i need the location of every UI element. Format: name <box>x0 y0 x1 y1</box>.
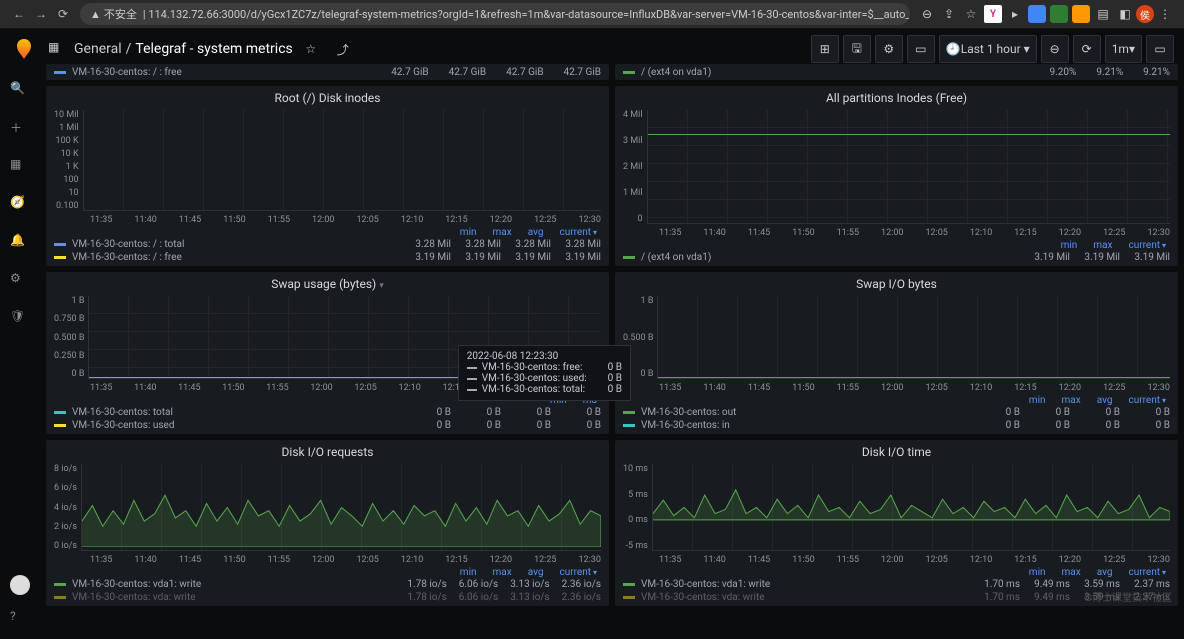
breadcrumb: General / Telegraf - system metrics <box>74 41 293 57</box>
search-icon[interactable]: 🔍 <box>10 81 30 101</box>
panel-disk-io-time[interactable]: Disk I/O time 10 ms5 ms0 ms-5 ms 11:3511… <box>615 440 1178 606</box>
nav-forward-icon[interactable]: → <box>30 3 52 25</box>
plot-area[interactable] <box>647 110 1170 224</box>
plot-area[interactable]: 2022-06-08 12:23:30 VM-16-30-centos: fre… <box>88 296 601 379</box>
chevron-down-icon: ▾ <box>379 281 384 291</box>
panel-swap-io-bytes[interactable]: Swap I/O bytes 1 B0.500 B0 B 11:3511:401… <box>615 272 1178 434</box>
star-icon[interactable]: ☆ <box>962 5 980 23</box>
dashboard-content: VM-16-30-centos: / : free 42.7 GiB42.7 G… <box>40 64 1184 639</box>
watermark: ©博士课堂技术社区 <box>1084 589 1172 604</box>
y-axis: 8 io/s6 io/s4 io/s2 io/s0 io/s <box>54 464 81 551</box>
breadcrumb-folder[interactable]: General <box>74 41 122 57</box>
legend: minmaxavgcurrent VM-16-30-centos: / : to… <box>46 225 609 266</box>
panel-title: Swap I/O bytes <box>615 272 1178 296</box>
extension-flag-icon[interactable]: ▸ <box>1006 5 1024 23</box>
reading-list-icon[interactable]: ▤ <box>1094 5 1112 23</box>
tv-mode-button[interactable]: ▭ <box>1146 35 1174 63</box>
create-icon[interactable]: ＋ <box>10 119 30 139</box>
add-panel-button[interactable]: ⊞ <box>811 35 839 63</box>
x-axis: 11:3511:4011:4511:5011:5512:0012:0512:10… <box>615 381 1178 393</box>
url-bar[interactable]: ▲ 不安全 | 114.132.72.66:3000/d/yGcx1ZC7z/t… <box>80 3 910 25</box>
settings-button[interactable]: ⚙ <box>875 35 903 63</box>
config-icon[interactable]: ⚙ <box>10 271 30 291</box>
share-dashboard-icon[interactable]: ⤴ <box>329 35 357 63</box>
x-axis: 11:3511:4011:4511:5011:5512:0012:0512:10… <box>46 213 609 225</box>
grafana-header: ▦ General / Telegraf - system metrics ☆ … <box>0 29 1184 69</box>
panel-root-disk-inodes[interactable]: Root (/) Disk inodes 10 Mil1 Mil100 K10 … <box>46 86 609 266</box>
url-text: 114.132.72.66:3000/d/yGcx1ZC7z/telegraf-… <box>148 8 910 21</box>
panel-title: Disk I/O time <box>615 440 1178 464</box>
profile-avatar[interactable]: 侯 <box>1136 5 1154 23</box>
legend: minmaxcurrent / (ext4 on vda1)3.19 Mil3.… <box>615 238 1178 266</box>
help-icon[interactable]: ? <box>10 609 30 629</box>
extension-puzzle-icon[interactable] <box>1072 5 1090 23</box>
panel-disk-io-requests[interactable]: Disk I/O requests 8 io/s6 io/s4 io/s2 io… <box>46 440 609 606</box>
y-axis: 10 ms5 ms0 ms-5 ms <box>623 464 652 551</box>
dashboards-icon[interactable]: ▦ <box>10 157 30 177</box>
nav-back-icon[interactable]: ← <box>8 3 30 25</box>
plot-area[interactable] <box>652 464 1170 551</box>
time-range-picker[interactable]: 🕘 Last 1 hour ▾ <box>939 35 1037 63</box>
save-button[interactable]: 🖫 <box>843 35 871 63</box>
prev-panel-legend-left: VM-16-30-centos: / : free 42.7 GiB42.7 G… <box>46 64 609 80</box>
panel-icon[interactable]: ◧ <box>1116 5 1134 23</box>
user-avatar[interactable] <box>10 575 30 595</box>
browser-chrome: ← → ⟳ ▲ 不安全 | 114.132.72.66:3000/d/yGcx1… <box>0 0 1184 29</box>
nav-reload-icon[interactable]: ⟳ <box>52 3 74 25</box>
refresh-button[interactable]: ⟳ <box>1073 35 1101 63</box>
prev-panel-legend-right: / (ext4 on vda1) 9.20%9.21%9.21% <box>615 64 1178 80</box>
grafana-logo-icon[interactable] <box>10 35 38 63</box>
y-axis: 4 Mil3 Mil2 Mil1 Mil0 <box>623 110 647 224</box>
menu-dots-icon[interactable]: ⋮ <box>1156 5 1174 23</box>
x-axis: 11:3511:4011:4511:5011:5512:0012:0512:10… <box>615 553 1178 565</box>
star-dashboard-icon[interactable]: ☆ <box>297 35 325 63</box>
y-axis: 1 B0.750 B0.500 B0.250 B0 B <box>54 296 88 379</box>
plot-area[interactable] <box>657 296 1170 379</box>
panel-title: Root (/) Disk inodes <box>46 86 609 110</box>
refresh-interval-picker[interactable]: 1m ▾ <box>1105 35 1142 63</box>
zoom-out-button[interactable]: ⊖ <box>1041 35 1069 63</box>
panel-title: Swap usage (bytes)▾ <box>46 272 609 296</box>
key-icon[interactable]: ⊖ <box>918 5 936 23</box>
panel-title: All partitions Inodes (Free) <box>615 86 1178 110</box>
panel-all-partitions-inodes[interactable]: All partitions Inodes (Free) 4 Mil3 Mil2… <box>615 86 1178 266</box>
panel-title: Disk I/O requests <box>46 440 609 464</box>
sidebar: 🔍 ＋ ▦ 🧭 🔔 ⚙ 🛡 ? <box>0 69 40 639</box>
legend: minmaxavgcurrent VM-16-30-centos: vda1: … <box>46 565 609 606</box>
legend: minmaxavgcurrent VM-16-30-centos: out0 B… <box>615 393 1178 434</box>
extension-y-icon[interactable]: Y <box>984 5 1002 23</box>
share-icon[interactable]: ⇪ <box>940 5 958 23</box>
x-axis: 11:3511:4011:4511:5011:5512:0012:0512:10… <box>46 553 609 565</box>
explore-icon[interactable]: 🧭 <box>10 195 30 215</box>
insecure-warning: ▲ 不安全 <box>90 6 137 22</box>
extension-green-icon[interactable] <box>1050 5 1068 23</box>
x-axis: 11:3511:4011:4511:5011:5512:0012:0512:10… <box>615 226 1178 238</box>
hover-tooltip: 2022-06-08 12:23:30 VM-16-30-centos: fre… <box>458 345 631 401</box>
dashboard-grid-icon[interactable]: ▦ <box>48 40 66 58</box>
extension-translate-icon[interactable] <box>1028 5 1046 23</box>
y-axis: 10 Mil1 Mil100 K10 K1 K100100.100 <box>54 110 83 211</box>
view-mode-button[interactable]: ▭ <box>907 35 935 63</box>
panel-swap-usage[interactable]: Swap usage (bytes)▾ 1 B0.750 B0.500 B0.2… <box>46 272 609 434</box>
alerting-icon[interactable]: 🔔 <box>10 233 30 253</box>
breadcrumb-dashboard[interactable]: Telegraf - system metrics <box>135 41 292 57</box>
plot-area[interactable] <box>83 110 601 211</box>
server-admin-icon[interactable]: 🛡 <box>10 309 30 329</box>
plot-area[interactable] <box>81 464 601 551</box>
